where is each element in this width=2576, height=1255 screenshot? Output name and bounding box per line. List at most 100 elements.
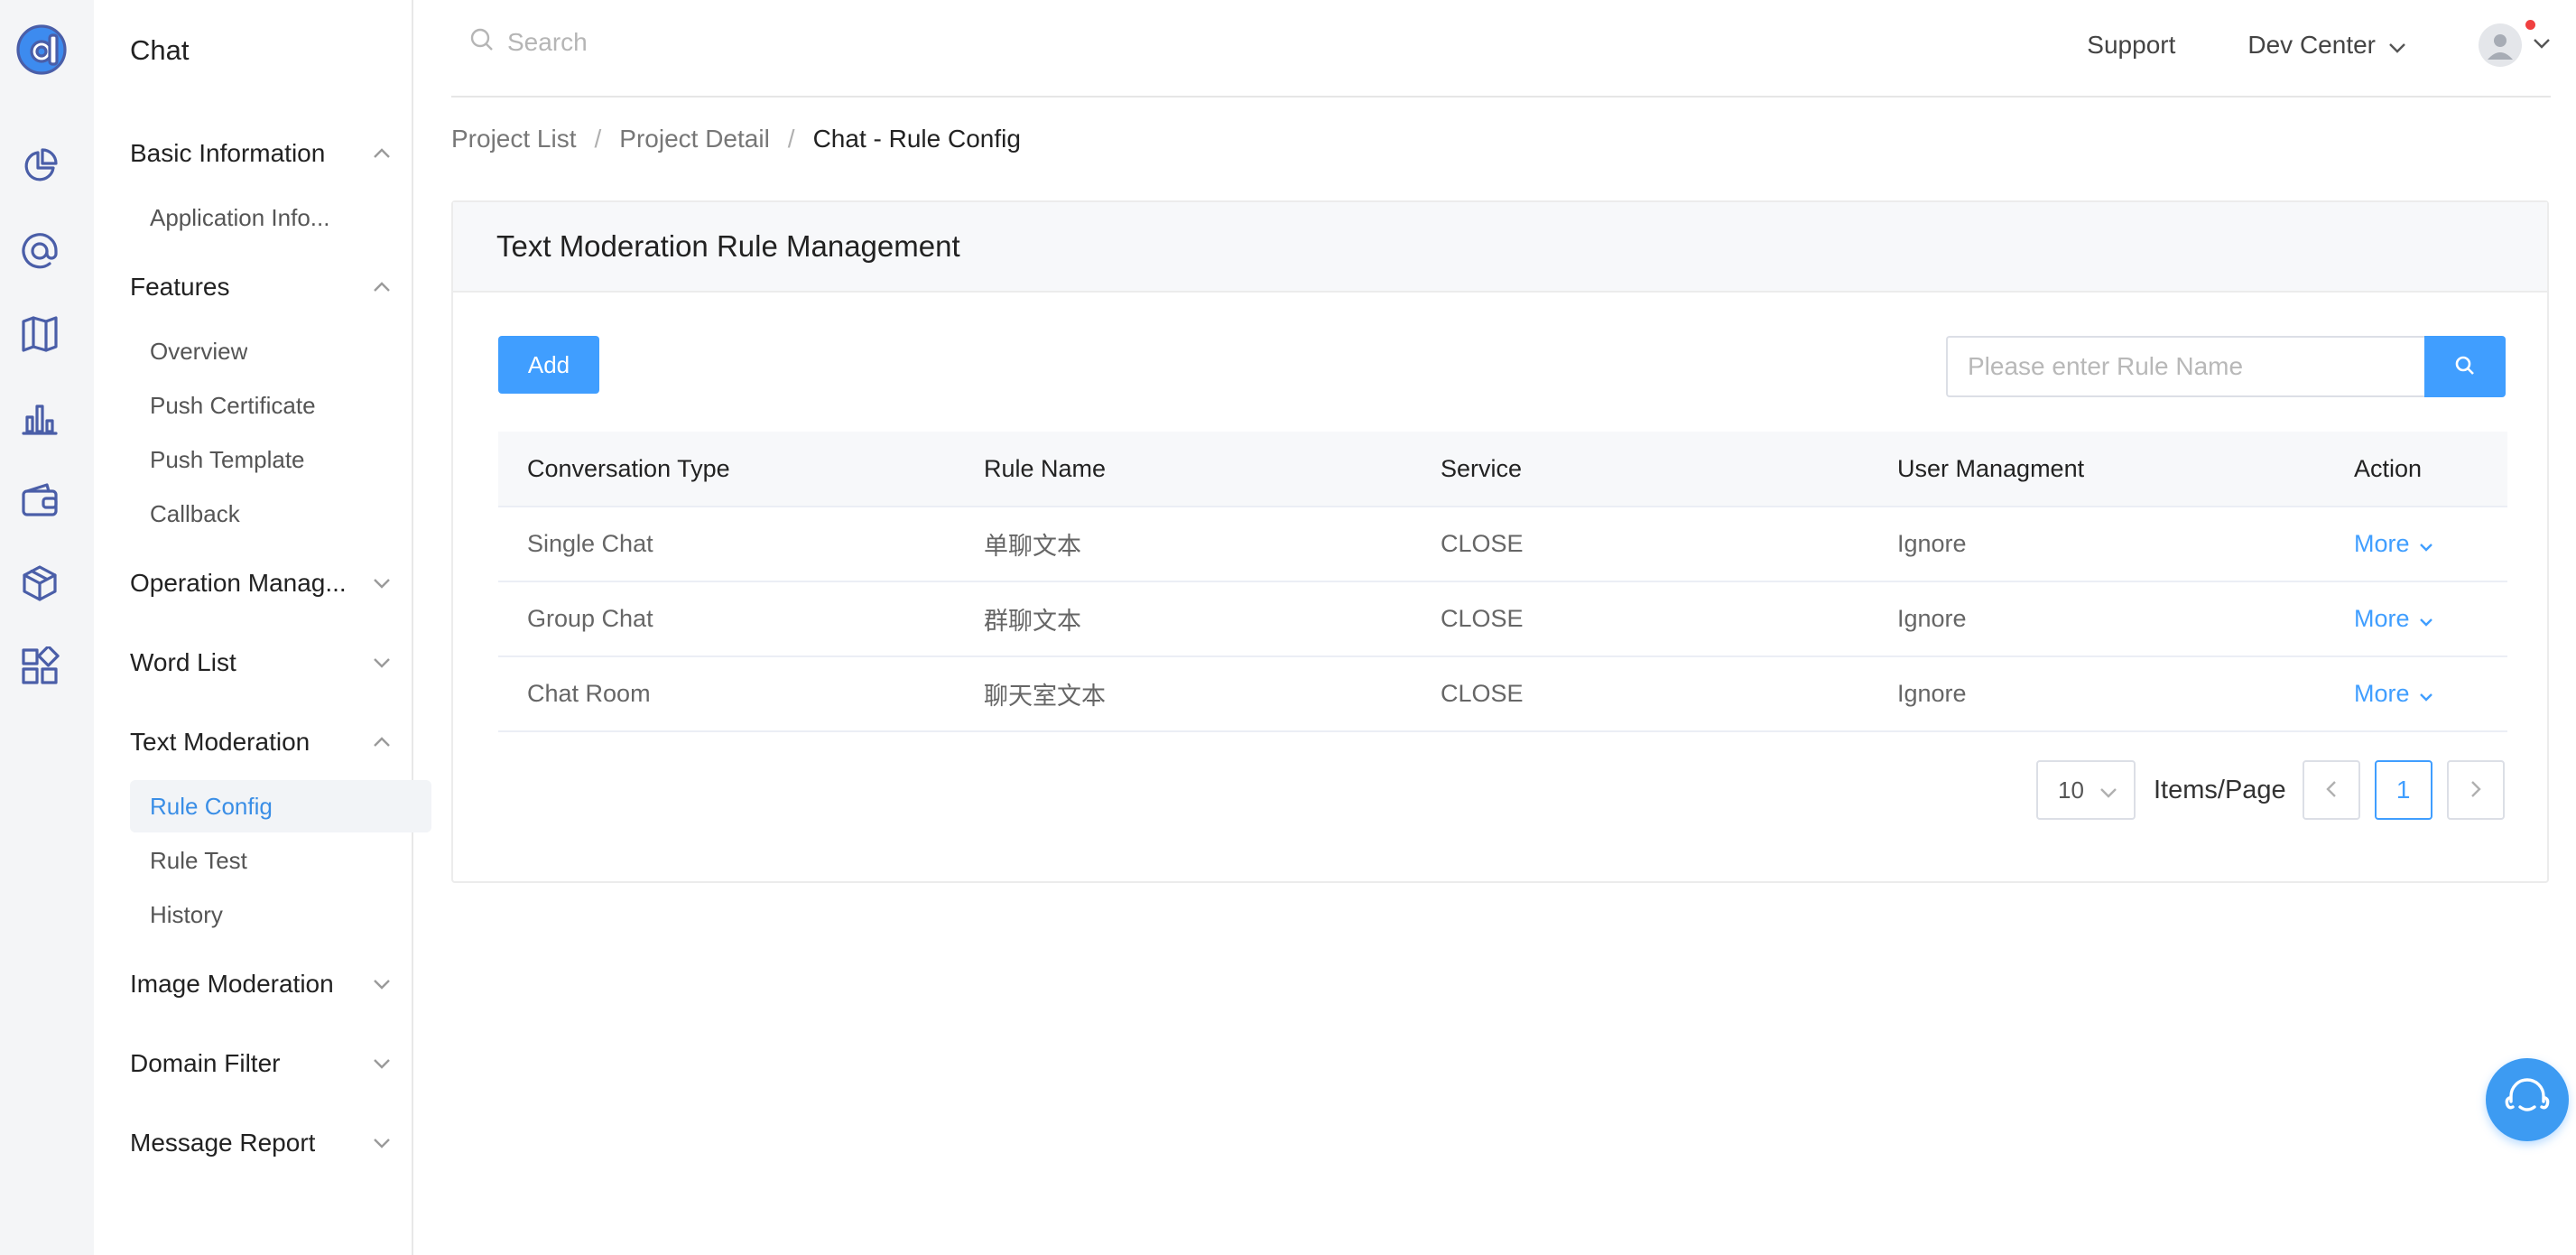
more-label: More [2354, 680, 2410, 707]
sidebar-item-callback[interactable]: Callback [130, 488, 431, 540]
prev-page-button[interactable] [2302, 760, 2360, 820]
chevron-up-icon [372, 277, 392, 297]
sidebar-title: Chat [130, 34, 190, 66]
sidebar-group-domain-filter[interactable]: Domain Filter [130, 1042, 392, 1085]
sidebar-item-rule-test[interactable]: Rule Test [130, 834, 431, 887]
table-row: Chat Room 聊天室文本 CLOSE Ignore More [498, 657, 2507, 732]
page-size-select[interactable]: 10 [2036, 760, 2136, 820]
sidebar-item-label: Push Template [150, 445, 305, 473]
rule-name-cell: 群聊文本 [984, 608, 1081, 635]
sidebar-item-label: Application Info... [150, 203, 330, 231]
global-search [469, 27, 1049, 57]
sidebar-group-operation-management[interactable]: Operation Manag... [130, 562, 392, 605]
sidebar-item-push-template[interactable]: Push Template [130, 433, 431, 486]
sidebar-group-features[interactable]: Features [130, 265, 392, 309]
table-header: Conversation Type Rule Name Service User… [498, 432, 2507, 507]
rules-table: Conversation Type Rule Name Service User… [498, 432, 2507, 732]
rule-name-cell: 聊天室文本 [984, 683, 1106, 710]
breadcrumb-separator: / [594, 125, 602, 153]
apps-icon[interactable] [18, 645, 61, 688]
breadcrumb-project-list[interactable]: Project List [451, 125, 577, 153]
rule-search [1946, 336, 2506, 397]
more-label: More [2354, 530, 2410, 557]
sidebar-group-word-list[interactable]: Word List [130, 641, 392, 684]
map-icon[interactable] [18, 312, 61, 356]
chevron-down-icon [372, 974, 392, 994]
breadcrumb-current: Chat - Rule Config [812, 125, 1021, 153]
more-dropdown[interactable]: More [2354, 530, 2507, 558]
next-page-button[interactable] [2446, 760, 2505, 820]
more-dropdown[interactable]: More [2354, 605, 2507, 633]
more-dropdown[interactable]: More [2354, 680, 2507, 708]
breadcrumb: Project List / Project Detail / Chat - R… [451, 125, 1021, 153]
chevron-down-icon [2099, 776, 2117, 804]
bar-chart-icon[interactable] [18, 395, 61, 439]
pie-chart-icon[interactable] [18, 144, 61, 188]
rule-name-search-input[interactable] [1946, 336, 2424, 397]
table-row: Group Chat 群聊文本 CLOSE Ignore More [498, 582, 2507, 657]
column-header-action: Action [2354, 454, 2423, 482]
chevron-down-icon [2533, 37, 2551, 53]
items-per-page-label: Items/Page [2154, 775, 2286, 804]
sidebar-item-application-info[interactable]: Application Info... [130, 191, 431, 244]
chevron-down-icon [372, 573, 392, 593]
rule-search-button[interactable] [2424, 336, 2506, 397]
sidebar-group-label: Features [130, 273, 230, 301]
chevron-down-icon [372, 1054, 392, 1074]
breadcrumb-project-detail[interactable]: Project Detail [619, 125, 770, 153]
sidebar-group-text-moderation[interactable]: Text Moderation [130, 720, 392, 764]
sidebar-item-label: Overview [150, 337, 248, 365]
conversation-type-cell: Chat Room [527, 680, 651, 707]
user-management-cell: Ignore [1897, 605, 1967, 632]
sidebar-item-overview[interactable]: Overview [130, 325, 431, 377]
sidebar-item-label: History [150, 900, 223, 928]
box-icon[interactable] [18, 562, 61, 605]
chevron-left-icon [2325, 776, 2337, 804]
sidebar-item-label: Callback [150, 499, 240, 527]
service-cell: CLOSE [1441, 605, 1524, 632]
sidebar-group-label: Domain Filter [130, 1049, 281, 1077]
customer-service-button[interactable] [2486, 1058, 2569, 1141]
search-input[interactable] [507, 27, 1049, 57]
sidebar-group-basic-information[interactable]: Basic Information [130, 132, 392, 175]
service-cell: CLOSE [1441, 680, 1524, 707]
sidebar-group-image-moderation[interactable]: Image Moderation [130, 962, 392, 1006]
sidebar-item-label: Rule Config [150, 792, 273, 820]
headset-icon [2502, 1073, 2553, 1128]
user-menu[interactable] [2479, 20, 2551, 67]
breadcrumb-separator: / [787, 125, 795, 153]
action-cell: More [2325, 530, 2507, 558]
top-bar: Support Dev Center [451, 0, 2551, 98]
chevron-down-icon [372, 653, 392, 673]
pagination: 10 Items/Page 1 [2036, 760, 2505, 820]
sidebar-item-label: Push Certificate [150, 391, 316, 419]
sidebar-group-label: Message Report [130, 1129, 316, 1157]
rule-name-cell: 单聊文本 [984, 533, 1081, 560]
action-cell: More [2325, 680, 2507, 708]
search-icon [2454, 355, 2476, 379]
chevron-up-icon [372, 144, 392, 163]
sidebar-item-history[interactable]: History [130, 888, 431, 941]
wallet-icon[interactable] [18, 479, 61, 522]
more-label: More [2354, 605, 2410, 632]
page-number-button[interactable]: 1 [2374, 760, 2432, 820]
chevron-down-icon [2419, 680, 2433, 708]
sidebar-group-label: Word List [130, 648, 236, 676]
sidebar-item-push-certificate[interactable]: Push Certificate [130, 379, 431, 432]
sidebar-group-message-report[interactable]: Message Report [130, 1121, 392, 1165]
avatar [2479, 23, 2522, 67]
sidebar-group-label: Basic Information [130, 139, 326, 167]
chevron-right-icon [2470, 776, 2481, 804]
chevron-up-icon [372, 732, 392, 752]
support-link[interactable]: Support [2087, 31, 2175, 60]
table-row: Single Chat 单聊文本 CLOSE Ignore More [498, 507, 2507, 582]
sidebar-item-rule-config[interactable]: Rule Config [130, 780, 431, 832]
add-button[interactable]: Add [498, 336, 599, 394]
sidebar-group-label: Text Moderation [130, 728, 310, 756]
rule-management-card: Text Moderation Rule Management Add Conv… [451, 200, 2549, 883]
dev-center-dropdown[interactable]: Dev Center [2247, 31, 2406, 60]
page-size-value: 10 [2058, 776, 2084, 804]
logo-icon[interactable] [16, 24, 67, 75]
icon-rail [0, 0, 94, 1255]
at-sign-icon[interactable] [18, 229, 61, 273]
